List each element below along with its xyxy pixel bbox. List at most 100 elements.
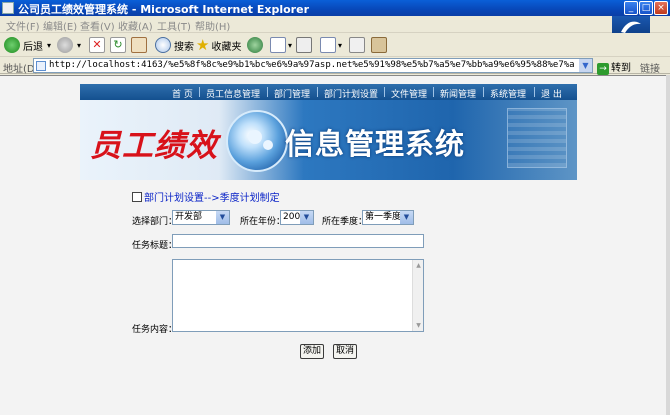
nav-employee-info[interactable]: 员工信息管理 [206,87,260,100]
go-label: 转到 [611,63,631,74]
stop-icon: ✕ [89,37,105,53]
chevron-down-icon: ▾ [288,40,293,50]
add-button[interactable]: 添加 [300,344,324,359]
menu-edit[interactable]: 编辑(E) [43,18,77,33]
edit-button[interactable]: ▾ [320,36,342,54]
search-icon [155,37,171,53]
mail-button[interactable]: ▾ [270,36,292,54]
site-nav: 首 页 员工信息管理 部门管理 部门计划设置 文件管理 新闻管理 系统管理 退 … [80,84,577,100]
breadcrumb: 部门计划设置-->季度计划制定 [132,189,280,204]
nav-divider [433,87,434,97]
window-title: 公司员工绩效管理系统 - Microsoft Internet Explorer [18,3,309,16]
nav-divider [199,87,200,97]
chevron-down-icon: ▾ [47,40,52,50]
quarter-select-value: 第一季度 [365,212,402,222]
cancel-button[interactable]: 取消 [333,344,357,359]
print-icon [296,37,312,53]
nav-files[interactable]: 文件管理 [391,87,427,100]
chevron-down-icon: ▾ [338,40,343,50]
window-titlebar: 公司员工绩效管理系统 - Microsoft Internet Explorer… [0,0,670,16]
back-arrow-icon [4,37,20,53]
refresh-button[interactable]: ↻ [110,36,126,54]
print-button[interactable] [296,36,312,54]
address-url: http://localhost:4163/%e5%8f%8c%e9%b1%bc… [49,60,574,70]
orb-dot [248,130,262,144]
media-button[interactable] [247,36,263,54]
stop-button[interactable]: ✕ [89,36,105,54]
word-icon [320,37,336,53]
menu-tools[interactable]: 工具(T) [157,18,191,33]
chevron-down-icon: ▼ [300,211,313,224]
chevron-down-icon: ▼ [216,211,229,224]
research-icon [371,37,387,53]
favorites-label: 收藏夹 [211,41,242,53]
messenger-button[interactable] [371,36,387,54]
decorative-building-graphic [507,108,567,168]
nav-divider [384,87,385,97]
back-label: 后退 [23,41,43,53]
nav-news[interactable]: 新闻管理 [440,87,476,100]
page-icon [36,61,46,71]
nav-divider [267,87,268,97]
nav-logout[interactable]: 退 出 [541,87,562,100]
nav-home[interactable]: 首 页 [172,87,193,100]
dept-select[interactable]: 开发部 ▼ [172,210,230,225]
minimize-button[interactable]: _ [624,1,638,15]
dept-label: 选择部门： [132,217,178,227]
go-arrow-icon: → [597,63,609,75]
edit-icon [132,192,142,202]
links-label[interactable]: 链接 [640,60,660,75]
go-button[interactable]: → 转到 [597,59,631,75]
nav-system[interactable]: 系统管理 [490,87,526,100]
search-label: 搜索 [174,41,194,53]
dept-select-value: 开发部 [175,212,203,222]
nav-divider [534,87,535,97]
scroll-down-icon[interactable]: ▼ [414,321,423,330]
discuss-icon [349,37,365,53]
menu-bar: 文件(F) 编辑(E) 查看(V) 收藏(A) 工具(T) 帮助(H) [0,16,670,33]
favorites-button[interactable]: ★ 收藏夹 [196,36,241,54]
browser-toolbar: 后退 ▾ ▾ ✕ ↻ 搜索 ★ 收藏夹 ▾ ▾ [0,33,670,57]
menu-view[interactable]: 查看(V) [80,18,115,33]
address-input[interactable]: http://localhost:4163/%e5%8f%8c%e9%b1%bc… [33,58,593,73]
window-right-edge [666,75,670,415]
nav-divider [317,87,318,97]
scroll-up-icon[interactable]: ▲ [414,261,423,270]
menu-favorites[interactable]: 收藏(A) [118,18,153,33]
nav-divider [483,87,484,97]
nav-dept-plan[interactable]: 部门计划设置 [324,87,378,100]
menu-file[interactable]: 文件(F) [6,18,40,33]
home-icon [131,37,147,53]
search-button[interactable]: 搜索 [155,36,194,54]
close-button[interactable]: × [654,1,668,15]
textarea-scrollbar[interactable]: ▲ ▼ [412,260,423,331]
address-dropdown-icon[interactable]: ▼ [579,59,592,72]
hero-white-title: 信息管理系统 [285,127,466,161]
breadcrumb-text: 部门计划设置-->季度计划制定 [144,193,280,204]
back-button[interactable]: 后退 ▾ [4,36,51,54]
maximize-button[interactable]: □ [639,1,653,15]
year-select[interactable]: 2008 ▼ [280,210,314,225]
site-banner: 首 页 员工信息管理 部门管理 部门计划设置 文件管理 新闻管理 系统管理 退 … [80,84,577,180]
mail-icon [270,37,286,53]
year-label: 所在年份： [240,217,286,227]
forward-button[interactable]: ▾ [57,36,81,54]
menu-help[interactable]: 帮助(H) [195,18,230,33]
quarter-select[interactable]: 第一季度 ▼ [362,210,414,225]
page-viewport: 首 页 员工信息管理 部门管理 部门计划设置 文件管理 新闻管理 系统管理 退 … [0,75,670,415]
orb-dot [263,140,273,150]
star-icon: ★ [196,36,210,54]
nav-department[interactable]: 部门管理 [274,87,310,100]
refresh-icon: ↻ [110,37,126,53]
task-content-textarea[interactable]: ▲ ▼ [172,259,424,332]
quarter-label: 所在季度： [322,217,368,227]
address-bar: 地址(D) http://localhost:4163/%e5%8f%8c%e9… [0,57,670,75]
discuss-button[interactable] [349,36,365,54]
home-button[interactable] [131,36,147,54]
ie-page-icon [2,2,14,14]
chevron-down-icon: ▼ [400,211,413,224]
hero-red-title: 员工绩效 [90,128,218,164]
forward-arrow-icon [57,37,73,53]
task-title-input[interactable] [172,234,424,248]
media-icon [247,37,263,53]
